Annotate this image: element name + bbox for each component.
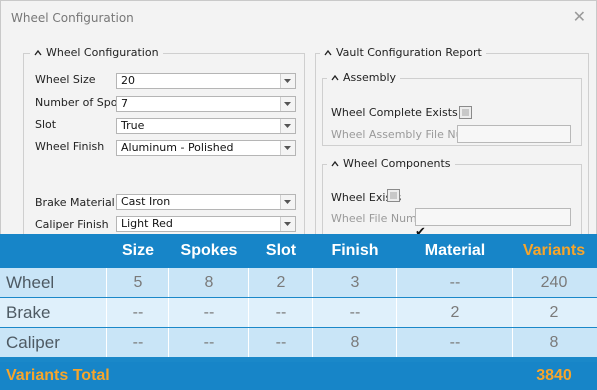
chevron-down-icon[interactable] xyxy=(280,195,295,209)
column-divider xyxy=(168,268,169,297)
chevron-down-icon[interactable] xyxy=(280,74,295,88)
column-divider xyxy=(248,328,249,357)
cell-wheel-slot: 2 xyxy=(276,274,286,291)
wheel-assembly-file-number-input[interactable] xyxy=(457,125,571,143)
cell-caliper-spokes: -- xyxy=(203,334,215,351)
column-divider xyxy=(312,298,313,327)
wheel-file-number-input[interactable] xyxy=(415,208,571,226)
assembly-group-title: Assembly xyxy=(343,71,397,84)
chevron-down-icon[interactable] xyxy=(280,97,295,111)
chevron-down-icon[interactable] xyxy=(280,141,295,155)
wheel-size-value: 20 xyxy=(121,74,135,87)
wheel-complete-exists-checkbox[interactable] xyxy=(459,106,472,119)
variants-table: Size Spokes Slot Finish Material Variant… xyxy=(0,234,597,390)
wheel-size-label: Wheel Size xyxy=(35,73,96,86)
slot-select[interactable]: True xyxy=(116,118,296,134)
header-finish: Finish xyxy=(331,242,379,259)
caliper-finish-value: Light Red xyxy=(121,217,173,230)
header-spokes: Spokes xyxy=(180,242,238,259)
column-divider xyxy=(106,298,107,327)
column-divider xyxy=(248,298,249,327)
chevron-up-icon[interactable] xyxy=(34,49,42,57)
wheel-components-group-title: Wheel Components xyxy=(343,157,451,170)
column-divider xyxy=(168,328,169,357)
cell-wheel-spokes: 8 xyxy=(204,274,214,291)
wheel-configuration-group-title: Wheel Configuration xyxy=(46,46,159,59)
cell-wheel-material: -- xyxy=(449,274,461,291)
wheel-components-group-header[interactable]: Wheel Components xyxy=(327,157,455,170)
variants-total-row: Variants Total 3840 xyxy=(0,362,597,390)
column-divider xyxy=(512,268,513,297)
slot-value: True xyxy=(121,119,145,132)
cell-wheel-finish: 3 xyxy=(350,274,360,291)
wheel-size-select[interactable]: 20 xyxy=(116,73,296,89)
wheel-configuration-group-header[interactable]: Wheel Configuration xyxy=(30,46,163,59)
wheel-exists-checkbox[interactable] xyxy=(387,189,400,202)
assembly-group-header[interactable]: Assembly xyxy=(327,71,401,84)
column-divider xyxy=(396,298,397,327)
wheel-finish-label: Wheel Finish xyxy=(35,140,105,153)
assembly-group: Assembly Wheel Complete Exists Wheel Ass… xyxy=(322,71,582,146)
cell-caliper-variants: 8 xyxy=(549,334,559,351)
cell-brake-variants: 2 xyxy=(549,304,559,321)
cell-brake-size: -- xyxy=(132,304,144,321)
close-icon[interactable]: ✕ xyxy=(573,7,586,26)
header-size: Size xyxy=(121,242,154,259)
brake-material-value: Cast Iron xyxy=(121,195,171,208)
cell-wheel-size: 5 xyxy=(133,274,143,291)
variants-table-header: Size Spokes Slot Finish Material Variant… xyxy=(0,234,597,268)
wheel-configuration-group: Wheel Configuration Wheel Size 20 Number… xyxy=(23,46,305,255)
cell-caliper-slot: -- xyxy=(275,334,287,351)
column-divider xyxy=(312,268,313,297)
header-material: Material xyxy=(424,242,486,259)
column-divider xyxy=(168,298,169,327)
column-divider xyxy=(106,268,107,297)
cell-caliper-material: -- xyxy=(449,334,461,351)
column-divider xyxy=(396,328,397,357)
caliper-finish-select[interactable]: Light Red xyxy=(116,216,296,232)
chevron-down-icon[interactable] xyxy=(280,119,295,133)
cell-caliper-finish: 8 xyxy=(350,334,360,351)
brake-material-select[interactable]: Cast Iron xyxy=(116,194,296,210)
brake-material-label: Brake Material xyxy=(35,196,115,209)
chevron-down-icon[interactable] xyxy=(280,217,295,231)
cell-caliper-size: -- xyxy=(132,334,144,351)
table-row: Brake -- -- -- -- 2 2 xyxy=(0,298,597,327)
cell-brake-finish: -- xyxy=(349,304,361,321)
row-label-wheel: Wheel xyxy=(6,273,55,292)
chevron-up-icon[interactable] xyxy=(324,49,332,57)
wheel-complete-exists-label: Wheel Complete Exists xyxy=(331,106,458,119)
cell-brake-slot: -- xyxy=(275,304,287,321)
vault-configuration-report-group: Vault Configuration Report Assembly Whee… xyxy=(315,46,589,262)
header-variants: Variants xyxy=(522,242,586,259)
dialog-title: Wheel Configuration xyxy=(11,11,134,25)
column-divider xyxy=(396,268,397,297)
cell-brake-material: 2 xyxy=(450,304,460,321)
vault-configuration-report-header[interactable]: Vault Configuration Report xyxy=(320,46,486,59)
chevron-up-icon[interactable] xyxy=(331,74,339,82)
column-divider xyxy=(512,328,513,357)
wheel-finish-value: Aluminum - Polished xyxy=(121,141,234,154)
cell-brake-spokes: -- xyxy=(203,304,215,321)
column-divider xyxy=(312,328,313,357)
wheel-finish-select[interactable]: Aluminum - Polished xyxy=(116,140,296,156)
column-divider xyxy=(248,268,249,297)
chevron-up-icon[interactable] xyxy=(331,160,339,168)
column-divider xyxy=(106,328,107,357)
variants-total-value: 3840 xyxy=(536,367,572,384)
number-of-spokes-value: 7 xyxy=(121,97,128,110)
column-divider xyxy=(512,298,513,327)
number-of-spokes-select[interactable]: 7 xyxy=(116,96,296,112)
cell-wheel-variants: 240 xyxy=(540,274,568,291)
row-label-brake: Brake xyxy=(6,303,51,322)
caliper-finish-label: Caliper Finish xyxy=(35,218,109,231)
table-row: Wheel 5 8 2 3 -- 240 xyxy=(0,268,597,297)
row-label-caliper: Caliper xyxy=(6,333,60,352)
vault-configuration-report-title: Vault Configuration Report xyxy=(336,46,482,59)
variants-total-label: Variants Total xyxy=(6,367,110,384)
table-row: Caliper -- -- -- 8 -- 8 xyxy=(0,328,597,357)
slot-label: Slot xyxy=(35,118,57,131)
header-slot: Slot xyxy=(265,242,297,259)
